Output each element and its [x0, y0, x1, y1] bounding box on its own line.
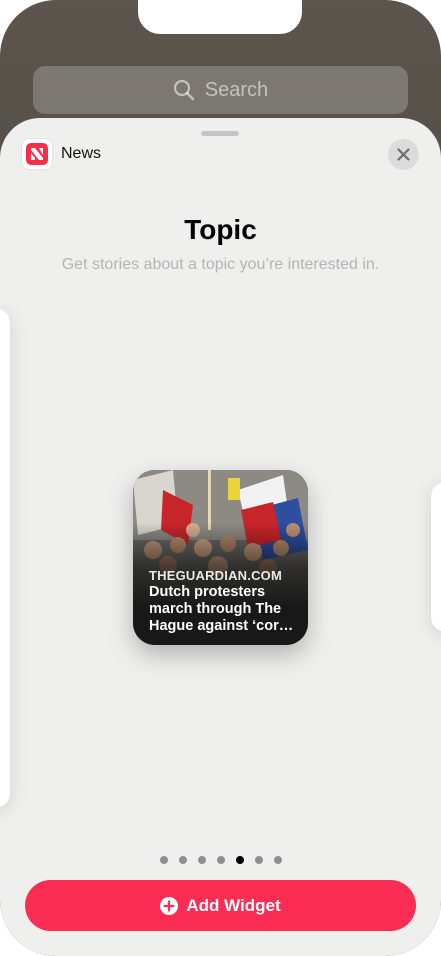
news-headline: Dutch protesters march through The Hague… — [149, 584, 294, 634]
app-header: News — [22, 139, 101, 169]
page-dot — [178, 856, 187, 864]
search-placeholder: Search — [204, 78, 269, 101]
news-topic-widget-preview[interactable]: THEGUARDIAN.COM Dutch protesters march t… — [133, 470, 308, 645]
home-screen-background: Search News Topic Get stories about a to… — [0, 0, 441, 956]
apple-news-icon — [22, 139, 52, 169]
close-icon — [397, 148, 410, 161]
plus-circle-icon — [160, 896, 179, 915]
app-name: News — [61, 145, 102, 162]
page-dot — [159, 856, 168, 864]
page-dot — [216, 856, 225, 864]
page-dot — [273, 856, 282, 864]
search-icon — [173, 79, 195, 101]
widget-gallery-sheet: News Topic Get stories about a topic you… — [0, 118, 441, 956]
widget-title: Topic — [184, 214, 257, 245]
page-indicator[interactable] — [0, 856, 441, 864]
page-dot — [197, 856, 206, 864]
sheet-grabber[interactable] — [201, 131, 239, 136]
device-notch — [138, 0, 302, 34]
close-button[interactable] — [388, 139, 419, 170]
next-widget-preview[interactable] — [431, 482, 441, 632]
page-dot — [254, 856, 263, 864]
add-widget-button[interactable]: Add Widget — [25, 880, 416, 931]
previous-widget-preview[interactable] — [0, 308, 10, 808]
page-dot-active — [235, 856, 244, 864]
add-widget-label: Add Widget — [186, 895, 281, 915]
news-source-label: THEGUARDIAN.COM — [149, 568, 282, 583]
search-bar[interactable]: Search — [33, 66, 408, 114]
widget-description: Get stories about a topic you’re interes… — [61, 256, 380, 273]
